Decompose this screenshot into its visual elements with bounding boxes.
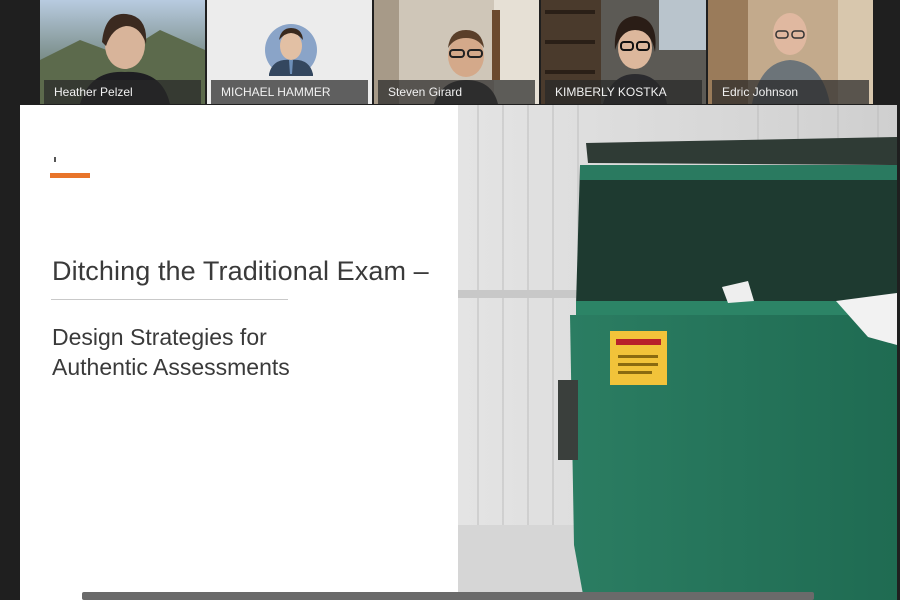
slide-subtitle-line: Design Strategies for [52, 324, 267, 350]
participant-name: Edric Johnson [712, 80, 869, 104]
participant-video-tile[interactable]: KIMBERLY KOSTKA [541, 0, 706, 104]
participant-video-tile[interactable]: MICHAEL HAMMER [207, 0, 372, 104]
slide-subtitle-line: Authentic Assessments [52, 354, 290, 380]
slide-mark [54, 157, 56, 162]
participant-name: Heather Pelzel [44, 80, 201, 104]
slide-title: Ditching the Traditional Exam – [52, 256, 429, 286]
participant-video-tile[interactable]: Steven Girard [374, 0, 539, 104]
participant-strip: Heather Pelzel MICHAEL HAMMER Steven Gir… [40, 0, 875, 104]
slide-accent-bar [50, 173, 90, 178]
participant-name: MICHAEL HAMMER [211, 80, 368, 104]
participant-video-tile[interactable]: Edric Johnson [708, 0, 873, 104]
horizontal-scrollbar[interactable] [82, 592, 814, 600]
dumpster-photo [458, 105, 897, 600]
participant-name: Steven Girard [378, 80, 535, 104]
participant-video-tile[interactable]: Heather Pelzel [40, 0, 205, 104]
participant-name: KIMBERLY KOSTKA [545, 80, 702, 104]
shared-presentation-slide: Ditching the Traditional Exam – Design S… [20, 105, 897, 600]
slide-divider [51, 299, 288, 300]
slide-subtitle: Design Strategies for Authentic Assessme… [52, 322, 290, 382]
